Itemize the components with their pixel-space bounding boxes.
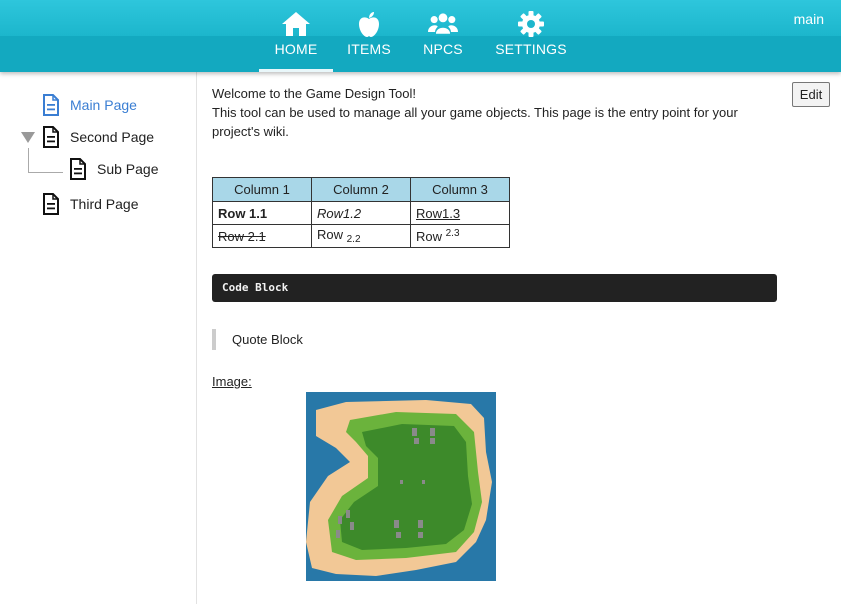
island-map-image <box>306 392 496 581</box>
wiki-content: Welcome to the Game Design Tool! This to… <box>212 84 832 141</box>
nav-tab-home[interactable]: HOME <box>259 0 333 72</box>
tree-item-label: Main Page <box>70 97 137 113</box>
tree-item-third-page[interactable]: Third Page <box>42 193 138 215</box>
document-icon <box>70 158 86 180</box>
tree-connector <box>28 148 63 173</box>
tree-item-label: Second Page <box>70 129 155 145</box>
table-cell-bold: Row 1.1 <box>212 201 312 225</box>
nav-tab-label: HOME <box>274 41 318 57</box>
document-icon <box>43 126 59 148</box>
tree-item-second-page[interactable]: Second Page <box>42 126 154 148</box>
nav-tab-npcs[interactable]: NPCS <box>417 0 469 72</box>
tree-item-main-page[interactable]: Main Page <box>42 94 137 116</box>
nav-tab-label: SETTINGS <box>495 41 567 57</box>
table-header-cell: Column 3 <box>410 177 510 202</box>
people-icon <box>428 10 458 38</box>
home-icon <box>281 10 311 38</box>
page-tree-sidebar: Main Page Second Page Sub Page Third Pag… <box>0 72 197 604</box>
code-block: Code Block <box>212 274 777 302</box>
intro-paragraph: This tool can be used to manage all your… <box>212 105 738 139</box>
tree-item-label: Third Page <box>70 196 139 212</box>
cell-base-text: Row <box>317 227 347 242</box>
apple-icon <box>354 10 384 38</box>
superscript-text: 2.3 <box>445 228 460 239</box>
tree-item-label: Sub Page <box>97 161 159 177</box>
nav-tab-label: NPCS <box>423 41 463 57</box>
table-cell-strikethrough: Row 2.1 <box>212 224 312 248</box>
document-icon <box>43 94 59 116</box>
table-cell-underline: Row1.3 <box>410 201 510 225</box>
sample-table: Column 1 Column 2 Column 3 Row 1.1 Row1.… <box>212 177 510 248</box>
document-icon <box>43 193 59 215</box>
table-header-cell: Column 2 <box>311 177 411 202</box>
table-header-row: Column 1 Column 2 Column 3 <box>212 177 510 202</box>
nav-tab-label: ITEMS <box>347 41 391 57</box>
nav-tab-settings[interactable]: SETTINGS <box>490 0 572 72</box>
table-header-cell: Column 1 <box>212 177 312 202</box>
gear-icon <box>516 10 546 38</box>
table-cell-subscript: Row 2.2 <box>311 224 411 248</box>
nav-tab-items[interactable]: ITEMS <box>342 0 396 72</box>
intro-text: Welcome to the Game Design Tool! This to… <box>212 84 832 141</box>
table-row: Row 2.1 Row 2.2 Row 2.3 <box>212 224 510 248</box>
top-nav-bar: main HOME ITEMS NPCS SETTINGS <box>0 0 841 72</box>
expand-toggle-icon[interactable] <box>21 132 35 143</box>
intro-heading: Welcome to the Game Design Tool! <box>212 86 417 101</box>
main-nav: HOME ITEMS NPCS SETTINGS <box>0 0 841 72</box>
table-row: Row 1.1 Row1.2 Row1.3 <box>212 201 510 225</box>
image-label: Image: <box>212 374 252 389</box>
quote-block: Quote Block <box>212 329 303 350</box>
cell-base-text: Row <box>416 229 446 244</box>
table-cell-italic: Row1.2 <box>311 201 411 225</box>
table-cell-superscript: Row 2.3 <box>410 224 510 248</box>
subscript-text: 2.2 <box>346 234 361 245</box>
tree-item-sub-page[interactable]: Sub Page <box>69 158 159 180</box>
